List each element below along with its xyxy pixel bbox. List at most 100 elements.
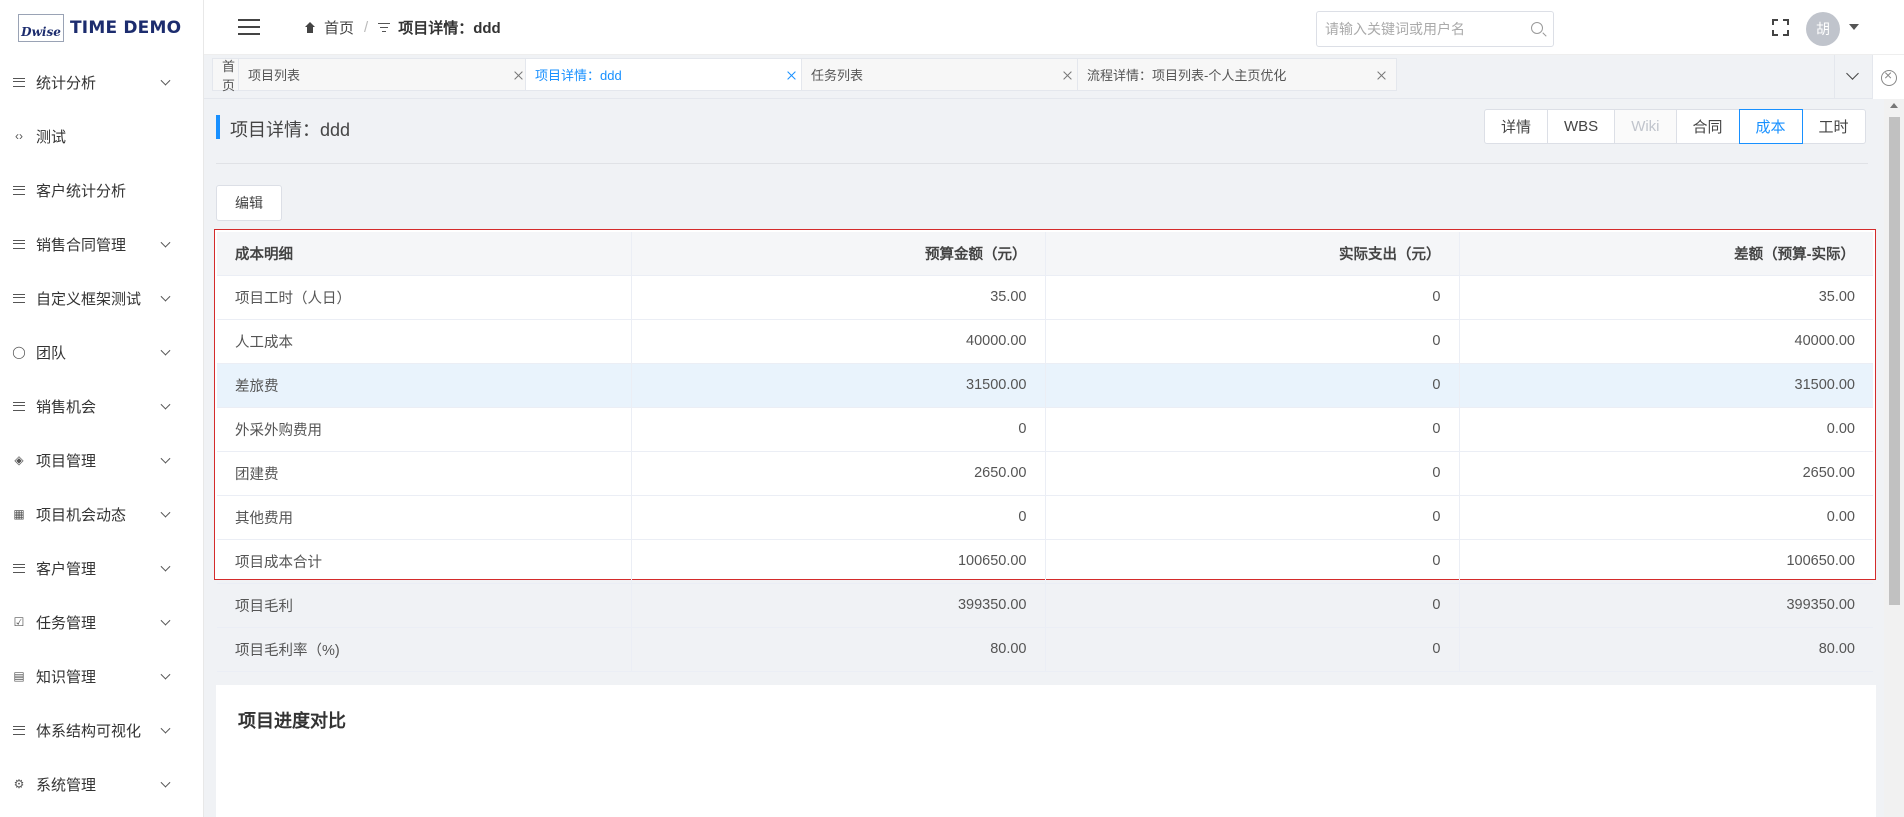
book-icon: ▤	[13, 669, 25, 683]
sidebar-item-label: 销售合同管理	[36, 236, 127, 254]
table-cell: 35.00	[631, 275, 1046, 320]
tabs-more-chevron-icon[interactable]	[1834, 55, 1872, 99]
fullscreen-icon[interactable]	[1772, 19, 1789, 36]
sidebar-item-6[interactable]: 销售机会	[0, 379, 203, 433]
table-cell: 35.00	[1459, 275, 1873, 320]
segment-5[interactable]: 工时	[1801, 109, 1866, 144]
table-cell: 100650.00	[631, 539, 1046, 584]
tab-label: 流程详情：项目列表-个人主页优化	[1087, 68, 1287, 83]
close-icon[interactable]	[1063, 71, 1072, 80]
column-header: 差额（预算-实际）	[1459, 232, 1873, 276]
sidebar-item-label: 任务管理	[36, 614, 97, 632]
table-cell: 外采外购费用	[217, 407, 632, 452]
sidebar-item-label: 项目机会动态	[36, 506, 127, 524]
table-row[interactable]: 项目毛利 399350.00 0 399350.00	[217, 583, 1873, 628]
table-cell: 0	[1045, 495, 1460, 540]
table-row[interactable]: 其他费用 0 0 0.00	[217, 495, 1873, 540]
sidebar-item-11[interactable]: ▤ 知识管理	[0, 649, 203, 703]
table-cell: 0	[1045, 451, 1460, 496]
segment-0[interactable]: 详情	[1484, 109, 1549, 144]
tab-2[interactable]: 项目详情：ddd	[525, 58, 807, 91]
sidebar-item-3[interactable]: 销售合同管理	[0, 217, 203, 271]
sidebar-item-label: 团队	[36, 344, 67, 362]
breadcrumb: 首页 / 项目详情：ddd	[304, 17, 501, 38]
sidebar-item-10[interactable]: ☑ 任务管理	[0, 595, 203, 649]
sidebar-item-label: 自定义框架测试	[36, 290, 142, 308]
sidebar-item-12[interactable]: 体系结构可视化	[0, 703, 203, 757]
sidebar-item-13[interactable]: ⚙ 系统管理	[0, 757, 203, 811]
page-scrollbar[interactable]	[1884, 99, 1904, 817]
cost-table-container: 成本明细 预算金额（元） 实际支出（元） 差额（预算-实际） 项目工时（人日） 35.0…	[214, 229, 1876, 672]
progress-title: 项目进度对比	[238, 711, 346, 731]
progress-card: 项目进度对比	[216, 685, 1876, 817]
menu-lines-icon	[12, 291, 26, 305]
table-cell: 80.00	[1459, 627, 1873, 672]
segment-3[interactable]: 合同	[1675, 109, 1740, 144]
table-cell: 31500.00	[1459, 363, 1873, 408]
sidebar-item-label: 体系结构可视化	[36, 722, 142, 740]
edit-button[interactable]: 编辑	[216, 185, 282, 221]
segment-1[interactable]: WBS	[1547, 109, 1616, 144]
tab-4[interactable]: 流程详情：项目列表-个人主页优化	[1077, 58, 1397, 91]
hamburger-menu-icon[interactable]	[238, 19, 260, 35]
search-input[interactable]	[1317, 12, 1517, 46]
column-header: 成本明细	[217, 232, 632, 276]
tab-3[interactable]: 任务列表	[801, 58, 1083, 91]
chevron-down-icon	[160, 507, 171, 518]
close-icon[interactable]	[787, 71, 796, 80]
filter-icon	[378, 22, 391, 33]
table-cell: 40000.00	[1459, 319, 1873, 364]
menu-lines-icon	[12, 183, 26, 197]
sidebar: Dwise TIME DEMO 统计分析 ‹› 测试客户统计分析 销售合同管理 自定义框…	[0, 0, 204, 817]
table-cell: 0.00	[1459, 495, 1873, 540]
main-content: 项目详情：ddd 详情 WBS Wiki 合同 成本 工时 编辑 成本明细 预算金额（元）实…	[204, 99, 1884, 817]
cost-table: 成本明细 预算金额（元） 实际支出（元） 差额（预算-实际） 项目工时（人日） 35.0…	[217, 232, 1873, 672]
close-icon[interactable]	[514, 71, 523, 80]
sidebar-item-7[interactable]: ◈ 项目管理	[0, 433, 203, 487]
table-cell: 0	[1045, 407, 1460, 452]
tab-1[interactable]: 项目列表	[238, 58, 534, 91]
tab-label: 任务列表	[811, 68, 864, 83]
table-row[interactable]: 项目成本合计 100650.00 0 100650.00	[217, 539, 1873, 584]
sidebar-item-label: 项目管理	[36, 452, 97, 470]
close-icon[interactable]	[1377, 71, 1386, 80]
avatar[interactable]: 胡	[1806, 12, 1840, 46]
sidebar-item-label: 客户统计分析	[36, 182, 127, 200]
tab-bar: 首页 项目列表 项目详情：ddd 任务列表 流程详情：项目列表-个人主页优化	[204, 55, 1904, 99]
table-row[interactable]: 团建费 2650.00 0 2650.00	[217, 451, 1873, 496]
gear-icon: ⚙	[13, 777, 25, 791]
menu-lines-icon	[12, 75, 26, 89]
sidebar-item-4[interactable]: 自定义框架测试	[0, 271, 203, 325]
table-row[interactable]: 人工成本 40000.00 0 40000.00	[217, 319, 1873, 364]
sidebar-item-label: 测试	[36, 128, 67, 146]
table-cell: 差旅费	[217, 363, 632, 408]
table-cell: 40000.00	[631, 319, 1046, 364]
table-cell: 399350.00	[1459, 583, 1873, 628]
sidebar-item-0[interactable]: 统计分析	[0, 55, 203, 109]
table-cell: 其他费用	[217, 495, 632, 540]
scrollbar-thumb[interactable]	[1889, 117, 1900, 605]
sidebar-item-1[interactable]: ‹› 测试	[0, 109, 203, 163]
breadcrumb-home[interactable]: 首页	[324, 17, 354, 38]
tab-label: 项目详情：ddd	[535, 68, 622, 83]
table-cell: 项目毛利率（%)	[217, 627, 632, 672]
table-cell: 0	[1045, 627, 1460, 672]
table-cell: 100650.00	[1459, 539, 1873, 584]
close-all-tabs-icon[interactable]	[1872, 55, 1904, 99]
sidebar-item-9[interactable]: 客户管理	[0, 541, 203, 595]
sidebar-item-8[interactable]: ▦ 项目机会动态	[0, 487, 203, 541]
breadcrumb-current: 项目详情：ddd	[398, 20, 501, 37]
search-icon[interactable]	[1531, 22, 1543, 34]
logo-mark: Dwise	[18, 13, 64, 42]
table-row[interactable]: 差旅费 31500.00 0 31500.00	[217, 363, 1873, 408]
user-menu-caret-icon[interactable]	[1849, 24, 1859, 30]
sidebar-item-5[interactable]: ◯ 团队	[0, 325, 203, 379]
table-row[interactable]: 项目工时（人日） 35.00 0 35.00	[217, 275, 1873, 320]
segment-4[interactable]: 成本	[1738, 109, 1803, 144]
scroll-up-icon[interactable]	[1890, 103, 1898, 108]
table-row[interactable]: 外采外购费用 0 0 0.00	[217, 407, 1873, 452]
sidebar-item-2[interactable]: 客户统计分析	[0, 163, 203, 217]
table-cell: 项目成本合计	[217, 539, 632, 584]
logo[interactable]: Dwise TIME DEMO	[0, 0, 203, 55]
table-row[interactable]: 项目毛利率（%) 80.00 0 80.00	[217, 627, 1873, 672]
